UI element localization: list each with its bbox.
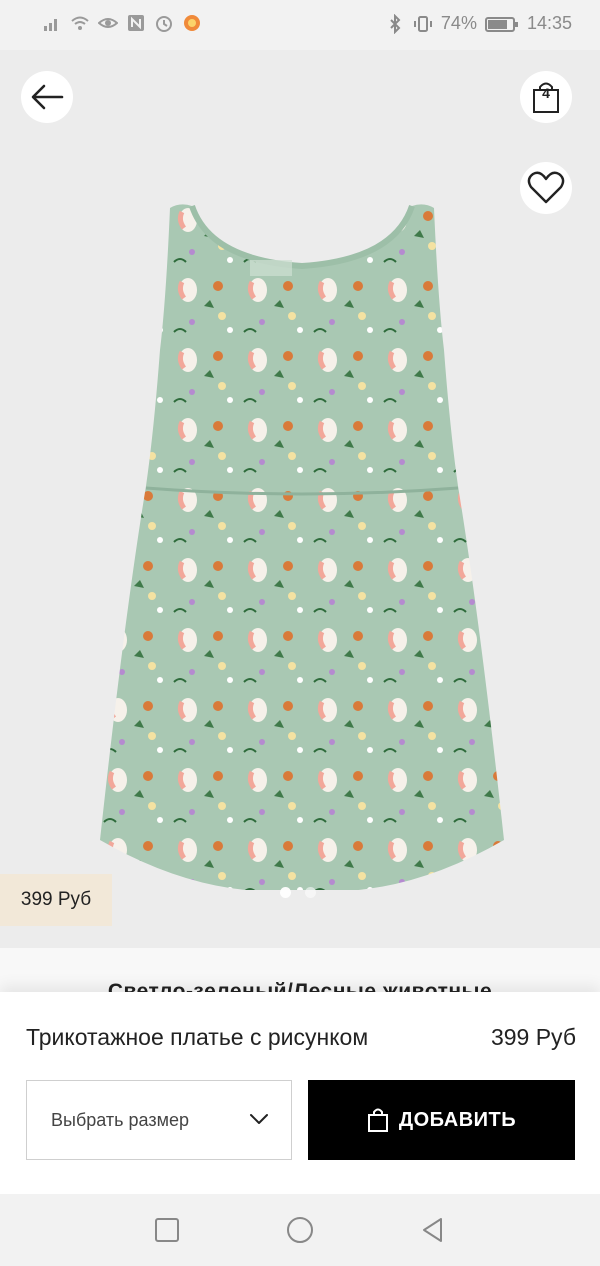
chevron-down-icon: [250, 1114, 268, 1124]
status-bar: 74% 14:35: [0, 0, 600, 50]
title-row: Трикотажное платье с рисунком 399 Руб: [26, 1024, 576, 1051]
cart-button[interactable]: 4: [520, 71, 572, 123]
clock: 14:35: [526, 13, 572, 33]
nfc-icon: [128, 15, 144, 31]
recent-apps-icon[interactable]: [153, 1216, 181, 1244]
product-page: 74% 14:35 4 399 Руб Трикотажное платье с…: [0, 0, 600, 1266]
heart-icon: [527, 171, 565, 204]
bluetooth-icon: [390, 13, 401, 34]
purchase-panel: Трикотажное платье с рисунком 399 Руб Вы…: [0, 992, 600, 1194]
price-tag: 399 Руб: [0, 874, 112, 926]
arrow-left-icon: [31, 84, 64, 110]
signal-icon: [44, 19, 57, 31]
size-select-label: Выбрать размер: [51, 1109, 189, 1130]
add-to-cart-button[interactable]: ДОБАВИТЬ: [308, 1080, 575, 1160]
app-notification-icon: [184, 15, 200, 31]
product-image-carousel[interactable]: 4 399 Руб: [0, 50, 600, 948]
system-navigation-bar: [0, 1194, 600, 1266]
product-price: 399 Руб: [490, 1024, 576, 1050]
home-icon[interactable]: [286, 1216, 314, 1244]
eye-icon: [98, 18, 118, 28]
vibrate-icon: [413, 15, 432, 32]
battery-icon: [484, 16, 518, 32]
cart-count-badge: 4: [542, 85, 550, 101]
back-nav-icon[interactable]: [419, 1216, 447, 1244]
alarm-icon: [156, 16, 172, 32]
shopping-bag-icon: [367, 1108, 388, 1132]
status-left-icons: [42, 13, 202, 33]
product-image: [100, 204, 504, 890]
status-right-icons: 74% 14:35: [385, 13, 572, 34]
add-to-cart-label: ДОБАВИТЬ: [398, 1108, 517, 1131]
battery-percent: 74%: [440, 13, 477, 33]
favorite-button[interactable]: [520, 162, 572, 214]
carousel-indicator: [280, 887, 316, 898]
wifi-icon: [71, 16, 89, 30]
carousel-dot-active[interactable]: [280, 887, 291, 898]
size-select[interactable]: Выбрать размер: [26, 1080, 292, 1160]
carousel-dot[interactable]: [305, 887, 316, 898]
back-button[interactable]: [21, 71, 73, 123]
product-title: Трикотажное платье с рисунком: [26, 1024, 369, 1050]
